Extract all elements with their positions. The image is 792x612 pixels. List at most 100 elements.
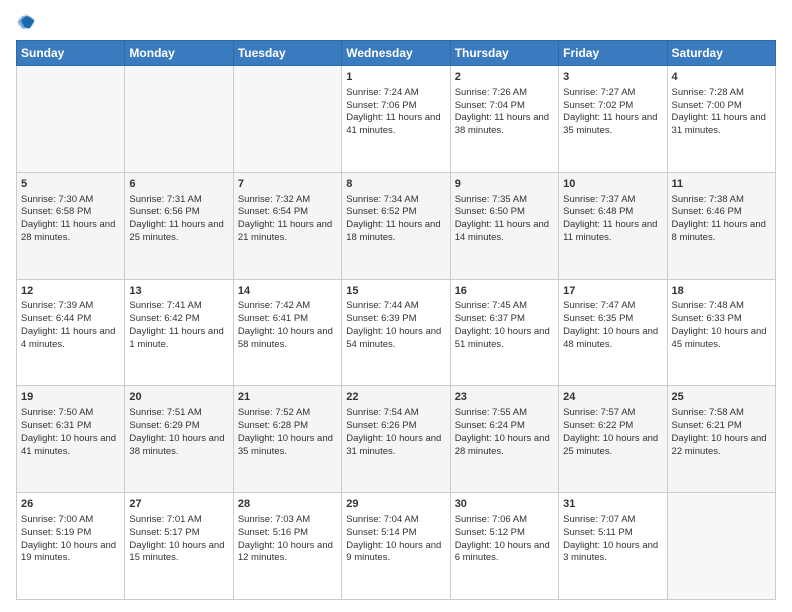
day-info-line: Sunrise: 7:30 AM bbox=[21, 194, 120, 207]
calendar-cell: 24Sunrise: 7:57 AMSunset: 6:22 PMDayligh… bbox=[559, 386, 667, 493]
day-info-line: Sunrise: 7:04 AM bbox=[346, 514, 445, 527]
calendar-cell bbox=[233, 66, 341, 173]
day-number: 14 bbox=[238, 284, 337, 299]
day-info-line: Sunset: 6:58 PM bbox=[21, 206, 120, 219]
day-info-line: Sunset: 6:39 PM bbox=[346, 313, 445, 326]
day-info-line: Daylight: 10 hours and 9 minutes. bbox=[346, 540, 445, 566]
day-info-line: Sunrise: 7:37 AM bbox=[563, 194, 662, 207]
col-header-monday: Monday bbox=[125, 41, 233, 66]
day-info-line: Sunset: 6:41 PM bbox=[238, 313, 337, 326]
day-info-line: Daylight: 10 hours and 48 minutes. bbox=[563, 326, 662, 352]
day-info-line: Sunset: 6:35 PM bbox=[563, 313, 662, 326]
day-info-line: Sunrise: 7:26 AM bbox=[455, 87, 554, 100]
day-info-line: Daylight: 10 hours and 58 minutes. bbox=[238, 326, 337, 352]
day-info-line: Daylight: 11 hours and 28 minutes. bbox=[21, 219, 120, 245]
day-number: 25 bbox=[672, 390, 771, 405]
day-info-line: Sunrise: 7:58 AM bbox=[672, 407, 771, 420]
calendar-cell: 29Sunrise: 7:04 AMSunset: 5:14 PMDayligh… bbox=[342, 493, 450, 600]
day-info-line: Sunrise: 7:54 AM bbox=[346, 407, 445, 420]
day-info-line: Sunset: 6:52 PM bbox=[346, 206, 445, 219]
calendar-cell: 17Sunrise: 7:47 AMSunset: 6:35 PMDayligh… bbox=[559, 279, 667, 386]
day-info-line: Sunset: 7:06 PM bbox=[346, 100, 445, 113]
calendar-cell: 14Sunrise: 7:42 AMSunset: 6:41 PMDayligh… bbox=[233, 279, 341, 386]
day-info-line: Sunrise: 7:44 AM bbox=[346, 300, 445, 313]
day-info-line: Daylight: 11 hours and 11 minutes. bbox=[563, 219, 662, 245]
day-info-line: Daylight: 11 hours and 31 minutes. bbox=[672, 112, 771, 138]
calendar-cell: 11Sunrise: 7:38 AMSunset: 6:46 PMDayligh… bbox=[667, 172, 775, 279]
day-number: 31 bbox=[563, 497, 662, 512]
calendar-cell: 16Sunrise: 7:45 AMSunset: 6:37 PMDayligh… bbox=[450, 279, 558, 386]
calendar-cell: 1 Sunrise: 7:24 AMSunset: 7:06 PMDaylight… bbox=[342, 66, 450, 173]
calendar-cell bbox=[17, 66, 125, 173]
day-number: 5 bbox=[21, 177, 120, 192]
day-info-line: Sunset: 6:29 PM bbox=[129, 420, 228, 433]
day-info-line: Sunrise: 7:55 AM bbox=[455, 407, 554, 420]
day-info-line: Sunset: 6:21 PM bbox=[672, 420, 771, 433]
day-number: 18 bbox=[672, 284, 771, 299]
day-info-line: Sunset: 7:00 PM bbox=[672, 100, 771, 113]
day-info-line: Daylight: 10 hours and 45 minutes. bbox=[672, 326, 771, 352]
calendar-cell: 25Sunrise: 7:58 AMSunset: 6:21 PMDayligh… bbox=[667, 386, 775, 493]
day-info-line: Sunset: 6:28 PM bbox=[238, 420, 337, 433]
day-info-line: Sunrise: 7:48 AM bbox=[672, 300, 771, 313]
day-info-line: Sunset: 6:37 PM bbox=[455, 313, 554, 326]
day-info-line: Sunset: 5:12 PM bbox=[455, 527, 554, 540]
calendar-cell: 18Sunrise: 7:48 AMSunset: 6:33 PMDayligh… bbox=[667, 279, 775, 386]
day-info-line: Sunrise: 7:07 AM bbox=[563, 514, 662, 527]
calendar-cell: 23Sunrise: 7:55 AMSunset: 6:24 PMDayligh… bbox=[450, 386, 558, 493]
calendar-week-row: 1Sunrise: 7:24 AMSunset: 7:06 PMDaylight… bbox=[17, 66, 776, 173]
day-info-line: Sunset: 5:19 PM bbox=[21, 527, 120, 540]
day-info-line: Daylight: 10 hours and 41 minutes. bbox=[21, 433, 120, 459]
calendar-cell: 12Sunrise: 7:39 AMSunset: 6:44 PMDayligh… bbox=[17, 279, 125, 386]
day-info-line: Sunset: 6:54 PM bbox=[238, 206, 337, 219]
day-info-line: Daylight: 11 hours and 1 minute. bbox=[129, 326, 228, 352]
day-number: 19 bbox=[21, 390, 120, 405]
day-info-line: Sunset: 6:22 PM bbox=[563, 420, 662, 433]
day-number: 29 bbox=[346, 497, 445, 512]
calendar-cell bbox=[667, 493, 775, 600]
day-number: 30 bbox=[455, 497, 554, 512]
day-info-line: Sunrise: 7:24 AM bbox=[346, 87, 445, 100]
day-info-line: Daylight: 10 hours and 51 minutes. bbox=[455, 326, 554, 352]
day-info-line: Sunset: 6:31 PM bbox=[21, 420, 120, 433]
day-number: 13 bbox=[129, 284, 228, 299]
page-header bbox=[16, 12, 776, 32]
day-info-line: Sunrise: 7:35 AM bbox=[455, 194, 554, 207]
logo bbox=[16, 12, 40, 32]
day-info-line: Sunset: 6:44 PM bbox=[21, 313, 120, 326]
day-info-line: Sunset: 7:04 PM bbox=[455, 100, 554, 113]
col-header-sunday: Sunday bbox=[17, 41, 125, 66]
col-header-wednesday: Wednesday bbox=[342, 41, 450, 66]
calendar-week-row: 12Sunrise: 7:39 AMSunset: 6:44 PMDayligh… bbox=[17, 279, 776, 386]
calendar-week-row: 5Sunrise: 7:30 AMSunset: 6:58 PMDaylight… bbox=[17, 172, 776, 279]
day-info-line: Sunset: 6:56 PM bbox=[129, 206, 228, 219]
day-info-line: Sunrise: 7:31 AM bbox=[129, 194, 228, 207]
calendar-cell: 19Sunrise: 7:50 AMSunset: 6:31 PMDayligh… bbox=[17, 386, 125, 493]
calendar-cell: 10Sunrise: 7:37 AMSunset: 6:48 PMDayligh… bbox=[559, 172, 667, 279]
calendar-cell: 26Sunrise: 7:00 AMSunset: 5:19 PMDayligh… bbox=[17, 493, 125, 600]
day-info-line: Daylight: 10 hours and 31 minutes. bbox=[346, 433, 445, 459]
day-info-line: Sunset: 6:42 PM bbox=[129, 313, 228, 326]
day-number: 2 bbox=[455, 70, 554, 85]
day-info-line: Sunrise: 7:28 AM bbox=[672, 87, 771, 100]
day-info-line: Sunset: 6:46 PM bbox=[672, 206, 771, 219]
day-number: 1 bbox=[346, 70, 445, 85]
calendar-cell: 5 Sunrise: 7:30 AMSunset: 6:58 PMDaylight… bbox=[17, 172, 125, 279]
day-info-line: Sunset: 5:17 PM bbox=[129, 527, 228, 540]
day-info-line: Daylight: 10 hours and 35 minutes. bbox=[238, 433, 337, 459]
day-info-line: Sunrise: 7:32 AM bbox=[238, 194, 337, 207]
calendar-cell: 30Sunrise: 7:06 AMSunset: 5:12 PMDayligh… bbox=[450, 493, 558, 600]
col-header-tuesday: Tuesday bbox=[233, 41, 341, 66]
day-number: 9 bbox=[455, 177, 554, 192]
day-info-line: Daylight: 11 hours and 41 minutes. bbox=[346, 112, 445, 138]
day-number: 7 bbox=[238, 177, 337, 192]
day-number: 27 bbox=[129, 497, 228, 512]
day-info-line: Sunset: 6:26 PM bbox=[346, 420, 445, 433]
day-info-line: Sunset: 5:16 PM bbox=[238, 527, 337, 540]
day-info-line: Daylight: 11 hours and 35 minutes. bbox=[563, 112, 662, 138]
day-info-line: Daylight: 10 hours and 28 minutes. bbox=[455, 433, 554, 459]
calendar-cell: 27Sunrise: 7:01 AMSunset: 5:17 PMDayligh… bbox=[125, 493, 233, 600]
day-info-line: Sunrise: 7:03 AM bbox=[238, 514, 337, 527]
day-info-line: Daylight: 10 hours and 6 minutes. bbox=[455, 540, 554, 566]
calendar-cell: 6Sunrise: 7:31 AMSunset: 6:56 PMDaylight… bbox=[125, 172, 233, 279]
